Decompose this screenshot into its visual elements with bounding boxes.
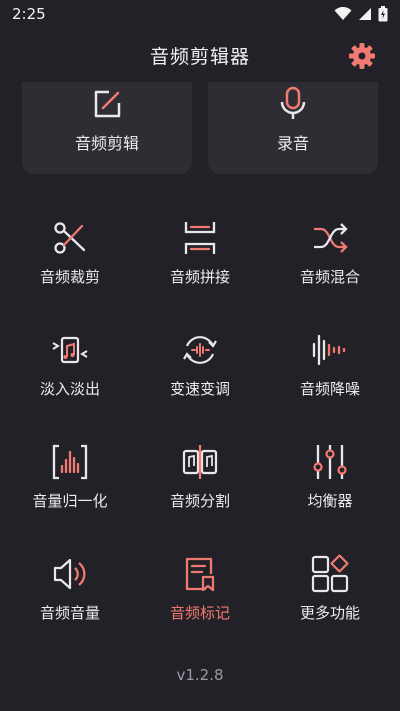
microphone-icon bbox=[280, 86, 306, 119]
more-icon bbox=[311, 554, 349, 593]
wifi-icon bbox=[334, 7, 352, 20]
tool-speed-pitch[interactable]: 变速变调 bbox=[135, 330, 265, 420]
tool-audio-trim[interactable]: 音频裁剪 bbox=[5, 218, 135, 308]
card-record[interactable]: 录音 bbox=[208, 82, 378, 174]
fade-icon bbox=[52, 336, 88, 364]
tool-audio-mix[interactable]: 音频混合 bbox=[265, 218, 395, 308]
card-label: 录音 bbox=[276, 134, 309, 153]
tile-label: 更多功能 bbox=[299, 604, 360, 622]
signal-icon bbox=[359, 8, 371, 20]
tile-label: 变速变调 bbox=[169, 380, 230, 398]
status-bar: 2:25 bbox=[0, 0, 400, 28]
tile-label: 音频分割 bbox=[169, 492, 230, 510]
tile-label: 音频音量 bbox=[39, 604, 100, 622]
speed-pitch-icon bbox=[183, 336, 217, 364]
status-time: 2:25 bbox=[12, 5, 46, 23]
tile-label: 音频裁剪 bbox=[39, 268, 100, 286]
page-title: 音频剪辑器 bbox=[149, 45, 250, 68]
tile-label: 音频降噪 bbox=[299, 380, 360, 398]
shuffle-icon bbox=[314, 223, 348, 253]
tile-label: 音量归一化 bbox=[32, 492, 108, 510]
tile-label: 均衡器 bbox=[307, 492, 353, 510]
tool-denoise[interactable]: 音频降噪 bbox=[265, 330, 395, 420]
edit-icon bbox=[94, 90, 121, 118]
marker-icon bbox=[185, 557, 215, 592]
tool-equalizer[interactable]: 均衡器 bbox=[265, 442, 395, 532]
tool-audio-marker[interactable]: 音频标记 bbox=[135, 554, 265, 644]
title-bar: 音频剪辑器 bbox=[0, 38, 400, 72]
split-icon bbox=[182, 445, 218, 479]
tile-label: 淡入淡出 bbox=[39, 380, 100, 398]
waveform-icon bbox=[312, 334, 346, 366]
card-label: 音频剪辑 bbox=[74, 134, 139, 153]
equalizer-icon bbox=[313, 445, 347, 479]
speaker-icon bbox=[53, 558, 86, 590]
merge-icon bbox=[184, 222, 216, 254]
tile-label: 音频拼接 bbox=[169, 268, 230, 286]
tool-more[interactable]: 更多功能 bbox=[265, 554, 395, 644]
settings-gear-icon[interactable] bbox=[348, 42, 376, 70]
tool-split[interactable]: 音频分割 bbox=[135, 442, 265, 532]
tool-normalize[interactable]: 音量归一化 bbox=[5, 442, 135, 532]
tool-audio-volume[interactable]: 音频音量 bbox=[5, 554, 135, 644]
tile-label: 音频标记 bbox=[169, 604, 230, 622]
feature-cards: 音频剪辑 录音 bbox=[22, 82, 378, 174]
normalize-icon bbox=[52, 444, 88, 480]
tool-fade[interactable]: 淡入淡出 bbox=[5, 330, 135, 420]
tool-audio-concat[interactable]: 音频拼接 bbox=[135, 218, 265, 308]
app-version: v1.2.8 bbox=[176, 666, 224, 684]
battery-icon bbox=[378, 6, 388, 22]
status-icons bbox=[334, 6, 388, 22]
tile-label: 音频混合 bbox=[299, 268, 360, 286]
card-audio-edit[interactable]: 音频剪辑 bbox=[22, 82, 192, 174]
scissors-icon bbox=[54, 222, 86, 254]
